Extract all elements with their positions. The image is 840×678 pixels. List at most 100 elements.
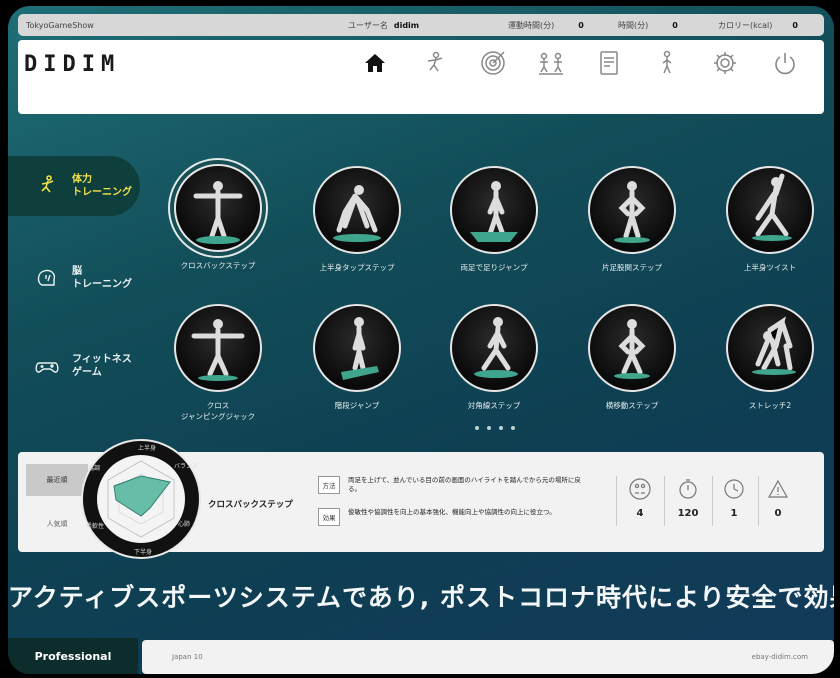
page-indicator[interactable] (475, 426, 515, 430)
exercise-label: ストレッチ2 (748, 401, 792, 410)
page-dot[interactable] (475, 426, 479, 430)
exercise-thumbnail (588, 166, 676, 254)
exercise-label: 両足で足りジャンプ (460, 263, 528, 272)
radar-label: 上半身 (138, 444, 156, 452)
exercise-label: 上半身ツイスト (743, 263, 797, 272)
calorie-label: カロリー(kcal) (718, 20, 773, 30)
app-name: TokyoGameShow (26, 20, 94, 30)
time-field: 時間(分) 0 (618, 20, 678, 31)
bend-figure-icon (752, 316, 796, 375)
user-value: didim (393, 20, 420, 30)
exercise-thumbnail (726, 166, 814, 254)
exercise-label: クロス ジャンピングジャック (180, 401, 256, 421)
sidebar-item-label: フィットネス ゲーム (72, 354, 132, 378)
radar-label: バランス (174, 463, 198, 470)
effect-tag: 効果 (318, 508, 340, 526)
hips-figure-icon (614, 181, 650, 243)
tpose-figure-icon (191, 319, 245, 381)
gear-icon[interactable] (710, 48, 740, 78)
power-icon[interactable] (770, 48, 800, 78)
didim-logo: DIDIM (24, 52, 121, 77)
tab-popular[interactable]: 人気順 (26, 508, 88, 540)
exercise-title: クロスバックステップ (208, 500, 293, 510)
duration-value: 120 (677, 508, 699, 519)
step-figure-icon (474, 317, 518, 378)
exercise-card[interactable]: 階段ジャンプ (297, 304, 417, 411)
user-label: ユーザー名 (348, 20, 388, 30)
exercise-label: 片足股関ステップ (602, 263, 662, 272)
training-icon[interactable] (420, 48, 450, 78)
exercise-thumbnail (588, 304, 676, 392)
sidebar-item-physical-training[interactable]: 体力 トレーニング (8, 156, 140, 216)
report-icon[interactable] (594, 48, 624, 78)
footer-bar: Japan 10 ebay-didim.com (142, 640, 834, 674)
exercise-label: 対角線ステップ (467, 401, 521, 410)
exercise-time-field: 運動時間(分) 0 (508, 20, 584, 31)
user-field: ユーザー名 didim (348, 20, 419, 31)
difficulty-stat: 0 (758, 478, 798, 519)
calorie-field: カロリー(kcal) 0 (718, 20, 798, 31)
ability-radar-chart: 上半身 バランス 心肺 下半身 柔軟性 協調 (81, 439, 201, 559)
app-screen: TokyoGameShow ユーザー名 didim 運動時間(分) 0 時間(分… (8, 6, 834, 674)
difficulty-value: 0 (774, 508, 782, 519)
sidebar-item-label: 体力 トレーニング (72, 174, 132, 198)
footer: Professional Japan 10 ebay-didim.com (8, 638, 834, 674)
effect-description: 俊敏性や協調性を向上の基本強化、機能向上や協調性の向上に役立つ。 (348, 508, 556, 516)
exercise-card[interactable]: 対角線ステップ (434, 304, 554, 411)
exercise-card[interactable]: クロス ジャンピングジャック (158, 304, 278, 422)
status-bar: TokyoGameShow ユーザー名 didim 運動時間(分) 0 時間(分… (18, 14, 824, 36)
page-dot[interactable] (487, 426, 491, 430)
calorie-value: 0 (792, 20, 798, 30)
stairs-figure-icon (341, 317, 379, 380)
runner-icon (34, 173, 60, 199)
brain-icon (34, 265, 60, 291)
exercise-thumbnail (313, 166, 401, 254)
hips-figure-icon (614, 319, 650, 379)
exercise-label: 横移動ステップ (605, 401, 659, 410)
home-icon[interactable] (360, 48, 390, 78)
exercise-label: 階段ジャンプ (334, 401, 380, 410)
sets-stat: 1 (714, 478, 754, 519)
exercise-card[interactable]: 横移動ステップ (572, 304, 692, 411)
exercise-card[interactable]: 両足で足りジャンプ (434, 166, 554, 273)
gamepad-icon (34, 353, 60, 379)
sidebar-item-brain-training[interactable]: 脳トレーニング (8, 248, 140, 308)
timer-icon (677, 478, 699, 500)
tab-recent[interactable]: 最近順 (26, 464, 88, 496)
exercise-card[interactable]: ストレッチ2 (710, 304, 830, 411)
exercise-thumbnail (726, 304, 814, 392)
exercise-time-label: 運動時間(分) (508, 20, 555, 30)
method-tag: 方法 (318, 476, 340, 494)
radar-label: 心肺 (178, 521, 190, 528)
page-dot[interactable] (511, 426, 515, 430)
page-dot[interactable] (499, 426, 503, 430)
exercise-thumbnail (450, 166, 538, 254)
sidebar-item-fitness-game[interactable]: フィットネス ゲーム (8, 336, 140, 396)
clock-icon (723, 478, 745, 500)
divider (664, 476, 665, 526)
versus-icon[interactable] (536, 48, 566, 78)
exercise-label: クロスバックステップ (180, 261, 256, 270)
exercise-thumbnail (174, 304, 262, 392)
time-value: 0 (672, 20, 678, 30)
exercise-card[interactable]: 上半身タップステップ (297, 166, 417, 273)
tpose-figure-icon (193, 181, 243, 244)
exercise-thumbnail (450, 304, 538, 392)
lean-figure-icon (752, 173, 792, 241)
exercise-thumbnail (174, 164, 262, 252)
footer-left-text: Japan 10 (172, 653, 203, 661)
divider (616, 476, 617, 526)
crouch-figure-icon (333, 185, 381, 242)
players-icon (629, 478, 651, 500)
mode-label[interactable]: Professional (8, 638, 138, 674)
duration-stat: 120 (668, 478, 708, 519)
promo-marquee: アクティブスポーツシステムであり, ポストコロナ時代により安全で効果的な室 (8, 583, 834, 612)
target-icon[interactable] (478, 48, 508, 78)
exercise-time-value: 0 (578, 20, 584, 30)
footer-url: ebay-didim.com (751, 653, 808, 661)
figure-icon[interactable] (652, 48, 682, 78)
exercise-card[interactable]: クロスバックステップ (158, 164, 278, 271)
exercise-card[interactable]: 片足股関ステップ (572, 166, 692, 273)
exercise-card[interactable]: 上半身ツイスト (710, 166, 830, 273)
stand-figure-icon (470, 181, 518, 242)
